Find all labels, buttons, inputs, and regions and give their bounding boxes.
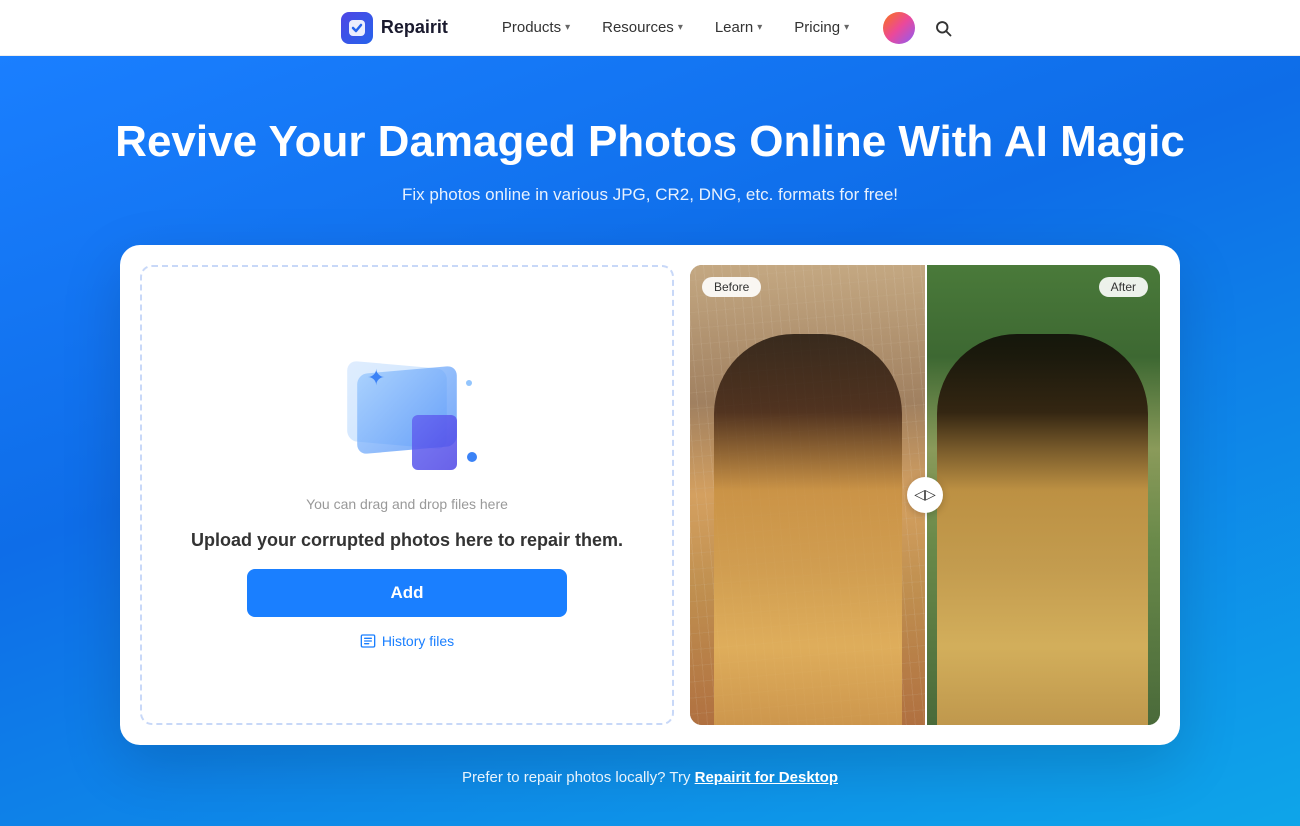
chevron-down-icon: ▾ (844, 22, 849, 33)
chevron-down-icon: ▾ (678, 22, 683, 33)
logo-icon (341, 12, 373, 44)
add-button[interactable]: Add (247, 569, 567, 617)
upload-instruction: Upload your corrupted photos here to rep… (191, 528, 623, 553)
after-label: After (1099, 277, 1148, 297)
before-half: Before (690, 265, 925, 725)
desktop-link[interactable]: Repairit for Desktop (695, 769, 838, 786)
bottom-cta-text: Prefer to repair photos locally? Try Rep… (462, 769, 838, 786)
nav-products[interactable]: Products ▾ (488, 11, 584, 44)
upload-area[interactable]: ✦ You can drag and drop files here Uploa… (140, 265, 674, 725)
divider-handle[interactable]: ◁▷ (907, 477, 943, 513)
nav-right (883, 12, 959, 44)
person-silhouette-after (937, 334, 1149, 725)
dot-decoration-1 (467, 452, 477, 462)
avatar[interactable] (883, 12, 915, 44)
hero-title: Revive Your Damaged Photos Online With A… (115, 116, 1185, 169)
main-card: ✦ You can drag and drop files here Uploa… (120, 245, 1180, 745)
history-files-link[interactable]: History files (360, 633, 454, 649)
upload-illustration: ✦ (327, 340, 487, 480)
drag-drop-text: You can drag and drop files here (306, 496, 508, 512)
chevron-down-icon: ▾ (757, 22, 762, 33)
star-icon: ✦ (367, 365, 385, 391)
before-label: Before (702, 277, 761, 297)
nav-pricing[interactable]: Pricing ▾ (780, 11, 863, 44)
chevron-down-icon: ▾ (565, 22, 570, 33)
person-silhouette-before (714, 334, 902, 725)
nav-resources[interactable]: Resources ▾ (588, 11, 697, 44)
before-after-container: Before After ◁▷ (690, 265, 1160, 725)
brand-name: Repairit (381, 17, 448, 38)
nav-links: Products ▾ Resources ▾ Learn ▾ Pricing ▾ (488, 11, 863, 44)
navbar: Repairit Products ▾ Resources ▾ Learn ▾ … (0, 0, 1300, 56)
hero-section: Revive Your Damaged Photos Online With A… (0, 56, 1300, 826)
history-icon (360, 633, 376, 649)
preview-panel: Before After ◁▷ (690, 265, 1160, 725)
brand-logo-link[interactable]: Repairit (341, 12, 448, 44)
after-half: After (925, 265, 1160, 725)
hero-subtitle: Fix photos online in various JPG, CR2, D… (402, 185, 898, 205)
nav-learn[interactable]: Learn ▾ (701, 11, 776, 44)
dot-decoration-2 (466, 380, 472, 386)
doc-shape (412, 415, 457, 470)
upload-3d-icon: ✦ (337, 350, 477, 470)
search-icon[interactable] (927, 12, 959, 44)
